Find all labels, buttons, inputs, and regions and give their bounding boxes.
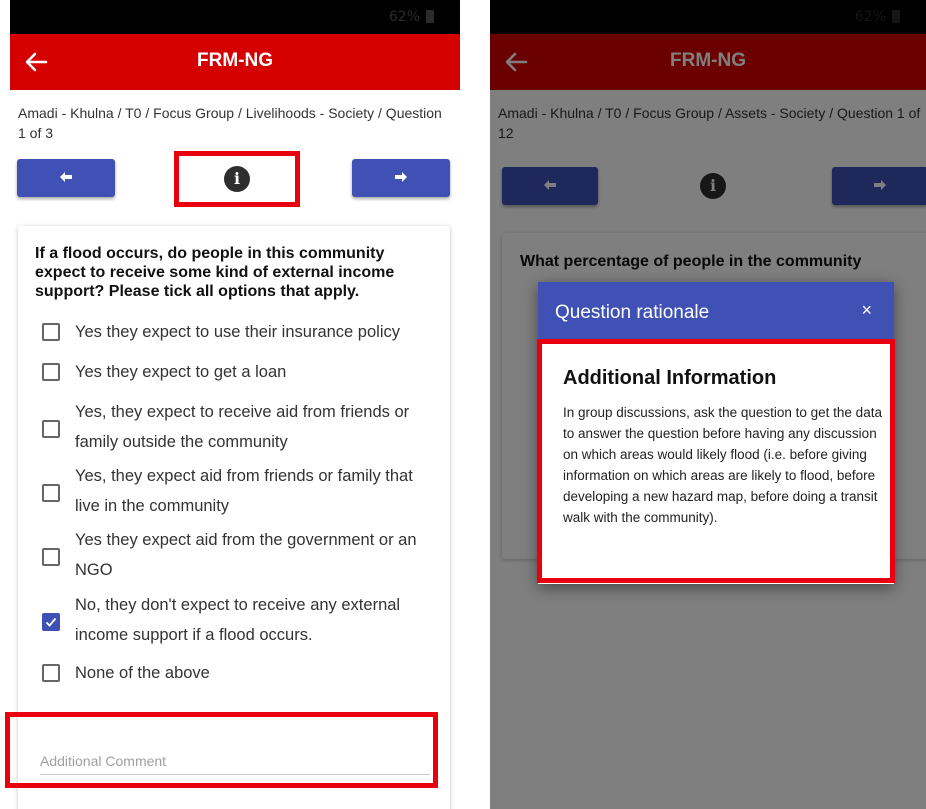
arrow-right-icon <box>395 171 407 185</box>
info-highlight-box <box>174 151 300 207</box>
arrow-left-icon <box>60 171 72 185</box>
battery-percent: 62% <box>388 9 420 25</box>
dialog-title: Question rationale <box>555 302 710 323</box>
question-text: If a flood occurs, do people in this com… <box>35 245 395 300</box>
option-label: Yes, they expect to receive aid from fri… <box>75 403 410 451</box>
dialog-highlight-box <box>537 339 895 583</box>
option-label: No, they don't expect to receive any ext… <box>75 596 401 644</box>
status-bar: 62% <box>10 0 460 34</box>
check-icon <box>45 617 57 627</box>
checkbox-unchecked[interactable] <box>42 548 60 566</box>
left-phone-screen: 62% FRM-NG Amadi - Khulna / T0 / Focus G… <box>10 0 460 809</box>
next-question-button[interactable] <box>352 159 450 197</box>
checkbox-unchecked[interactable] <box>42 363 60 381</box>
app-title: FRM-NG <box>197 50 273 71</box>
previous-question-button[interactable] <box>17 159 115 197</box>
option-label: Yes they expect aid from the government … <box>75 531 417 579</box>
option-label: None of the above <box>75 664 210 682</box>
comment-highlight-box <box>5 712 438 788</box>
option-label: Yes, they expect aid from friends or fam… <box>75 467 413 515</box>
app-bar: FRM-NG <box>10 34 460 90</box>
dialog-header: Question rationale × <box>538 282 894 344</box>
checkbox-unchecked[interactable] <box>42 484 60 502</box>
checkbox-unchecked[interactable] <box>42 323 60 341</box>
close-icon[interactable]: × <box>861 300 872 321</box>
option-label: Yes they expect to use their insurance p… <box>75 323 400 341</box>
breadcrumb: Amadi - Khulna / T0 / Focus Group / Live… <box>18 105 442 141</box>
option-label: Yes they expect to get a loan <box>75 363 287 381</box>
checkbox-unchecked[interactable] <box>42 664 60 682</box>
checkbox-unchecked[interactable] <box>42 420 60 438</box>
checkbox-checked[interactable] <box>42 613 60 631</box>
battery-icon <box>426 10 434 23</box>
